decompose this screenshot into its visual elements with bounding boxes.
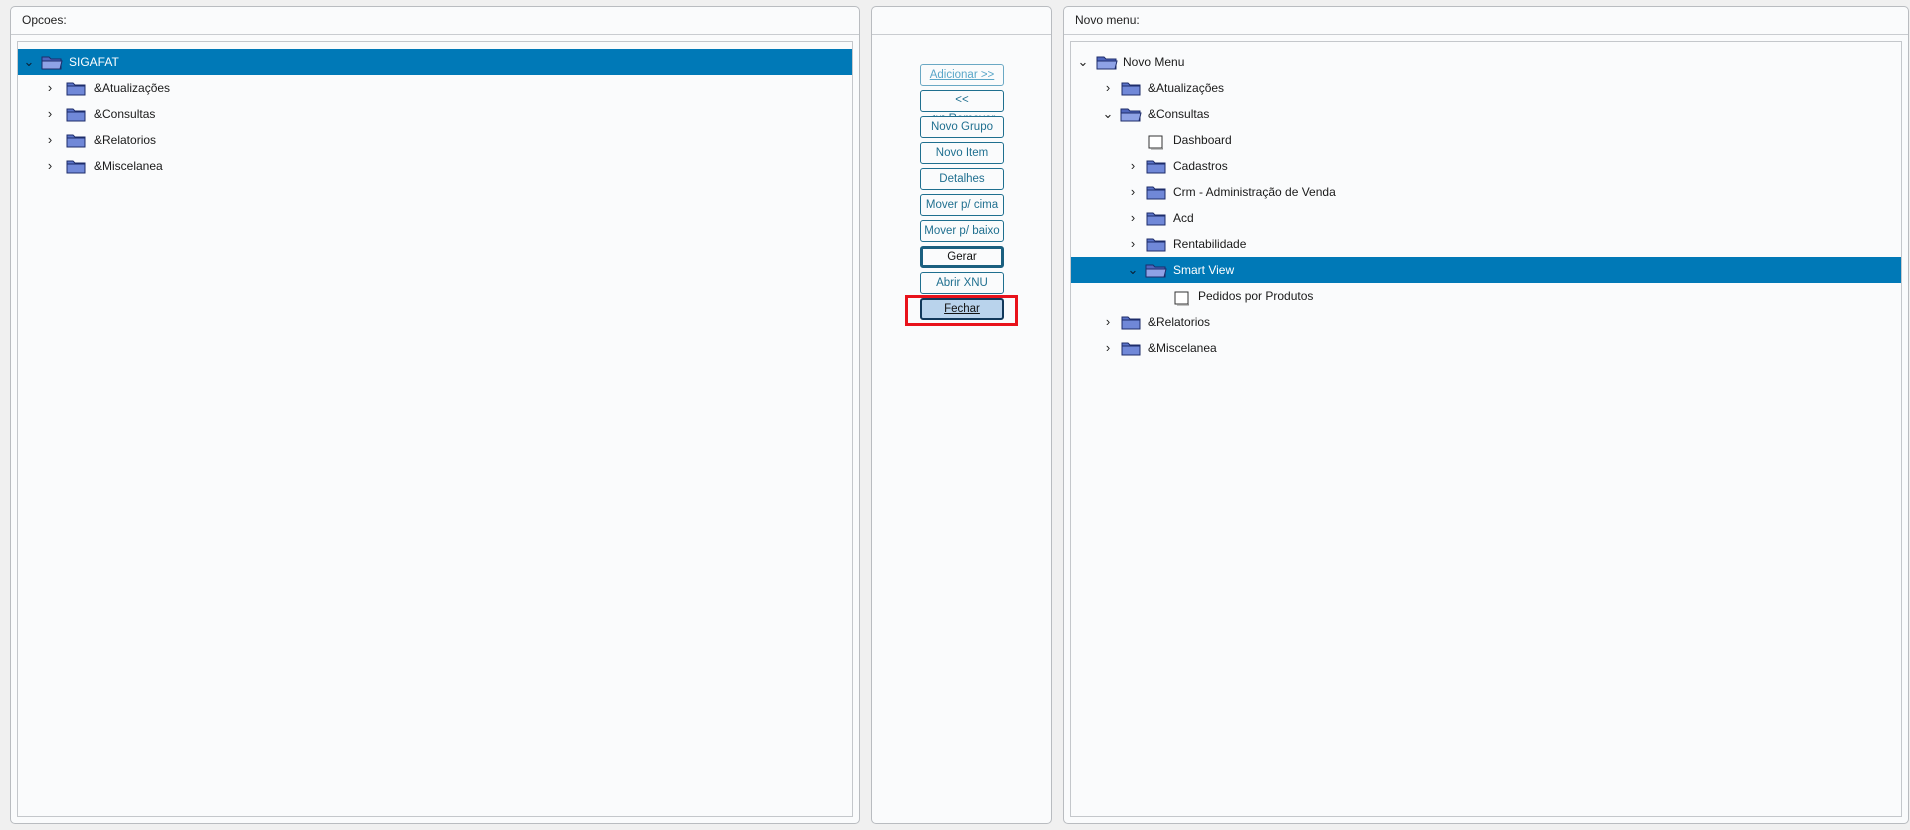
- chevron-right-icon[interactable]: ›: [43, 153, 57, 179]
- options-panel: Opcoes: ⌄ SIGAFAT › &Atualizações › &Con…: [10, 6, 860, 824]
- open-folder-icon: [41, 55, 63, 70]
- tree-node-novo-menu[interactable]: ⌄ Novo Menu: [1071, 49, 1901, 75]
- chevron-right-icon[interactable]: ›: [1126, 179, 1140, 205]
- chevron-right-icon[interactable]: ›: [1126, 205, 1140, 231]
- chevron-right-icon[interactable]: ›: [1126, 153, 1140, 179]
- tree-node-label: &Relatorios: [94, 133, 157, 147]
- chevron-down-icon[interactable]: ⌄: [22, 49, 36, 75]
- chevron-down-icon[interactable]: ⌄: [1126, 257, 1140, 283]
- folder-icon: [1146, 211, 1168, 226]
- remover-button[interactable]: << <u>Remover: [920, 90, 1004, 125]
- tree-node-label: &Relatorios: [1148, 315, 1211, 329]
- tree-node-label: Crm - Administração de Venda: [1173, 185, 1336, 199]
- tree-node-sigafat[interactable]: ⌄ SIGAFAT: [18, 49, 852, 75]
- tree-node-cadastros[interactable]: › Cadastros: [1071, 153, 1901, 179]
- document-icon: [1174, 289, 1190, 306]
- options-header: Opcoes:: [11, 7, 859, 35]
- tree-node-relatorios[interactable]: › &Relatorios: [18, 127, 852, 153]
- highlight-box: [905, 295, 1018, 326]
- tree-node-consultas[interactable]: ⌄ &Consultas: [1071, 101, 1901, 127]
- tree-node-consultas[interactable]: › &Consultas: [18, 101, 852, 127]
- chevron-right-icon[interactable]: ›: [1101, 335, 1115, 361]
- chevron-right-icon[interactable]: ›: [1101, 309, 1115, 335]
- new-menu-header: Novo menu:: [1064, 7, 1908, 35]
- new-menu-panel: Novo menu: ⌄ Novo Menu › &Atualizações ⌄…: [1063, 6, 1909, 824]
- tree-node-label: &Consultas: [1148, 107, 1210, 121]
- tree-node-label: Dashboard: [1173, 133, 1232, 147]
- chevron-down-icon[interactable]: ⌄: [1076, 49, 1090, 75]
- tree-node-atualizacoes[interactable]: › &Atualizações: [18, 75, 852, 101]
- tree-node-dashboard[interactable]: Dashboard: [1071, 127, 1901, 153]
- tree-node-miscelanea[interactable]: › &Miscelanea: [18, 153, 852, 179]
- folder-icon: [66, 159, 88, 174]
- novo-grupo-button[interactable]: Novo Grupo: [920, 116, 1004, 138]
- new-menu-tree[interactable]: ⌄ Novo Menu › &Atualizações ⌄ &Consultas: [1070, 41, 1902, 817]
- options-tree[interactable]: ⌄ SIGAFAT › &Atualizações › &Consultas ›: [17, 41, 853, 817]
- folder-icon: [66, 133, 88, 148]
- tree-node-acd[interactable]: › Acd: [1071, 205, 1901, 231]
- chevron-right-icon[interactable]: ›: [1101, 75, 1115, 101]
- tree-node-label: Cadastros: [1173, 159, 1228, 173]
- chevron-right-icon[interactable]: ›: [43, 75, 57, 101]
- mover-cima-button[interactable]: Mover p/ cima: [920, 194, 1004, 216]
- open-folder-icon: [1145, 263, 1167, 278]
- chevron-down-icon[interactable]: ⌄: [1101, 101, 1115, 127]
- tree-node-label: &Consultas: [94, 107, 156, 121]
- folder-icon: [1146, 237, 1168, 252]
- chevron-right-icon[interactable]: ›: [43, 101, 57, 127]
- gerar-button[interactable]: Gerar: [920, 246, 1004, 268]
- tree-node-label: Rentabilidade: [1173, 237, 1247, 251]
- detalhes-button[interactable]: Detalhes: [920, 168, 1004, 190]
- folder-icon: [1121, 81, 1143, 96]
- abrir-xnu-button[interactable]: Abrir XNU: [920, 272, 1004, 294]
- folder-icon: [66, 81, 88, 96]
- tree-node-pedidos-por-produtos[interactable]: Pedidos por Produtos: [1071, 283, 1901, 309]
- actions-header: [872, 7, 1051, 35]
- folder-icon: [1146, 185, 1168, 200]
- adicionar-button[interactable]: Adicionar >>: [920, 64, 1004, 86]
- tree-node-crm[interactable]: › Crm - Administração de Venda: [1071, 179, 1901, 205]
- tree-node-miscelanea[interactable]: › &Miscelanea: [1071, 335, 1901, 361]
- mover-baixo-button[interactable]: Mover p/ baixo: [920, 220, 1004, 242]
- tree-node-label: SIGAFAT: [69, 55, 119, 69]
- chevron-right-icon[interactable]: ›: [43, 127, 57, 153]
- chevron-right-icon[interactable]: ›: [1126, 231, 1140, 257]
- tree-node-atualizacoes[interactable]: › &Atualizações: [1071, 75, 1901, 101]
- tree-node-label: &Atualizações: [94, 81, 171, 95]
- tree-node-label: &Atualizações: [1148, 81, 1225, 95]
- tree-node-relatorios[interactable]: › &Relatorios: [1071, 309, 1901, 335]
- tree-node-label: Acd: [1173, 211, 1194, 225]
- tree-node-smart-view[interactable]: ⌄ Smart View: [1071, 257, 1901, 283]
- tree-node-label: Novo Menu: [1123, 55, 1185, 69]
- document-icon: [1148, 133, 1164, 150]
- tree-node-label: Pedidos por Produtos: [1198, 289, 1314, 303]
- open-folder-icon: [1120, 107, 1142, 122]
- tree-node-rentabilidade[interactable]: › Rentabilidade: [1071, 231, 1901, 257]
- tree-node-label: Smart View: [1173, 263, 1235, 277]
- folder-icon: [66, 107, 88, 122]
- folder-icon: [1121, 315, 1143, 330]
- novo-item-button[interactable]: Novo Item: [920, 142, 1004, 164]
- actions-panel: Adicionar >> << <u>Remover Novo Grupo No…: [871, 6, 1052, 824]
- open-folder-icon: [1096, 55, 1118, 70]
- folder-icon: [1146, 159, 1168, 174]
- tree-node-label: &Miscelanea: [1148, 341, 1217, 355]
- folder-icon: [1121, 341, 1143, 356]
- tree-node-label: &Miscelanea: [94, 159, 163, 173]
